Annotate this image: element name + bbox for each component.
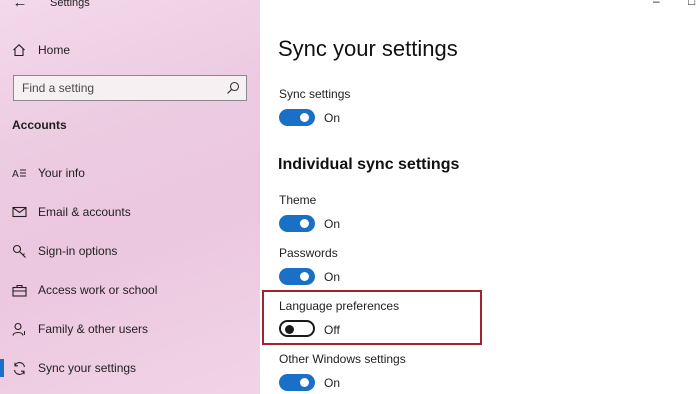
sidebar-item-label: Sync your settings bbox=[38, 361, 137, 375]
passwords-state: On bbox=[324, 270, 341, 284]
sync-settings-label: Sync settings bbox=[279, 87, 351, 101]
sidebar-item-label: Family & other users bbox=[38, 322, 149, 336]
other-windows-settings-label: Other Windows settings bbox=[279, 352, 406, 366]
person-add-icon bbox=[11, 321, 27, 337]
key-icon bbox=[11, 243, 27, 259]
nav-home[interactable]: Home bbox=[0, 38, 260, 62]
highlight-box bbox=[262, 290, 482, 345]
passwords-toggle[interactable] bbox=[279, 268, 315, 285]
contact-card-icon: A bbox=[11, 165, 27, 181]
title-bar: ← Settings bbox=[0, 0, 260, 14]
active-indicator bbox=[0, 359, 4, 377]
section-title-accounts: Accounts bbox=[12, 118, 67, 132]
back-button[interactable]: ← bbox=[10, 0, 30, 11]
sync-settings-toggle[interactable] bbox=[279, 109, 315, 126]
toggle-knob bbox=[300, 219, 309, 228]
search-placeholder: Find a setting bbox=[22, 81, 95, 95]
other-windows-settings-state: On bbox=[324, 376, 341, 390]
mail-icon bbox=[11, 204, 27, 220]
search-icon[interactable] bbox=[225, 80, 241, 96]
maximize-button[interactable]: □ bbox=[688, 0, 695, 8]
theme-toggle[interactable] bbox=[279, 215, 315, 232]
briefcase-icon bbox=[11, 282, 27, 298]
toggle-knob bbox=[300, 378, 309, 387]
sidebar-item-label: Sign-in options bbox=[38, 244, 118, 258]
passwords-label: Passwords bbox=[279, 246, 338, 260]
individual-sync-heading: Individual sync settings bbox=[278, 156, 460, 173]
home-icon bbox=[11, 42, 27, 58]
sidebar-item-your-info[interactable]: A Your info bbox=[0, 161, 260, 185]
page-title: Sync your settings bbox=[278, 36, 458, 61]
sidebar-item-label: Email & accounts bbox=[38, 205, 131, 219]
sidebar-item-label: Your info bbox=[38, 166, 85, 180]
svg-text:A: A bbox=[12, 169, 19, 179]
minimize-button[interactable]: – bbox=[653, 0, 660, 8]
sidebar-item-label: Access work or school bbox=[38, 283, 158, 297]
sidebar-item-access-work-school[interactable]: Access work or school bbox=[0, 278, 260, 302]
search-input[interactable]: Find a setting bbox=[13, 75, 247, 101]
sidebar-item-email-accounts[interactable]: Email & accounts bbox=[0, 200, 260, 224]
sync-settings-state: On bbox=[324, 111, 341, 125]
other-windows-settings-toggle[interactable] bbox=[279, 374, 315, 391]
app-title: Settings bbox=[50, 0, 90, 9]
theme-state: On bbox=[324, 217, 341, 231]
sync-icon bbox=[11, 360, 27, 376]
toggle-knob bbox=[300, 272, 309, 281]
sidebar-item-family-other-users[interactable]: Family & other users bbox=[0, 317, 260, 341]
sidebar: ← Settings Home Find a setting Accounts … bbox=[0, 0, 260, 394]
theme-label: Theme bbox=[279, 193, 317, 207]
sidebar-item-sign-in-options[interactable]: Sign-in options bbox=[0, 239, 260, 263]
sidebar-item-sync-your-settings[interactable]: Sync your settings bbox=[0, 356, 260, 380]
toggle-knob bbox=[300, 113, 309, 122]
nav-home-label: Home bbox=[38, 43, 71, 57]
